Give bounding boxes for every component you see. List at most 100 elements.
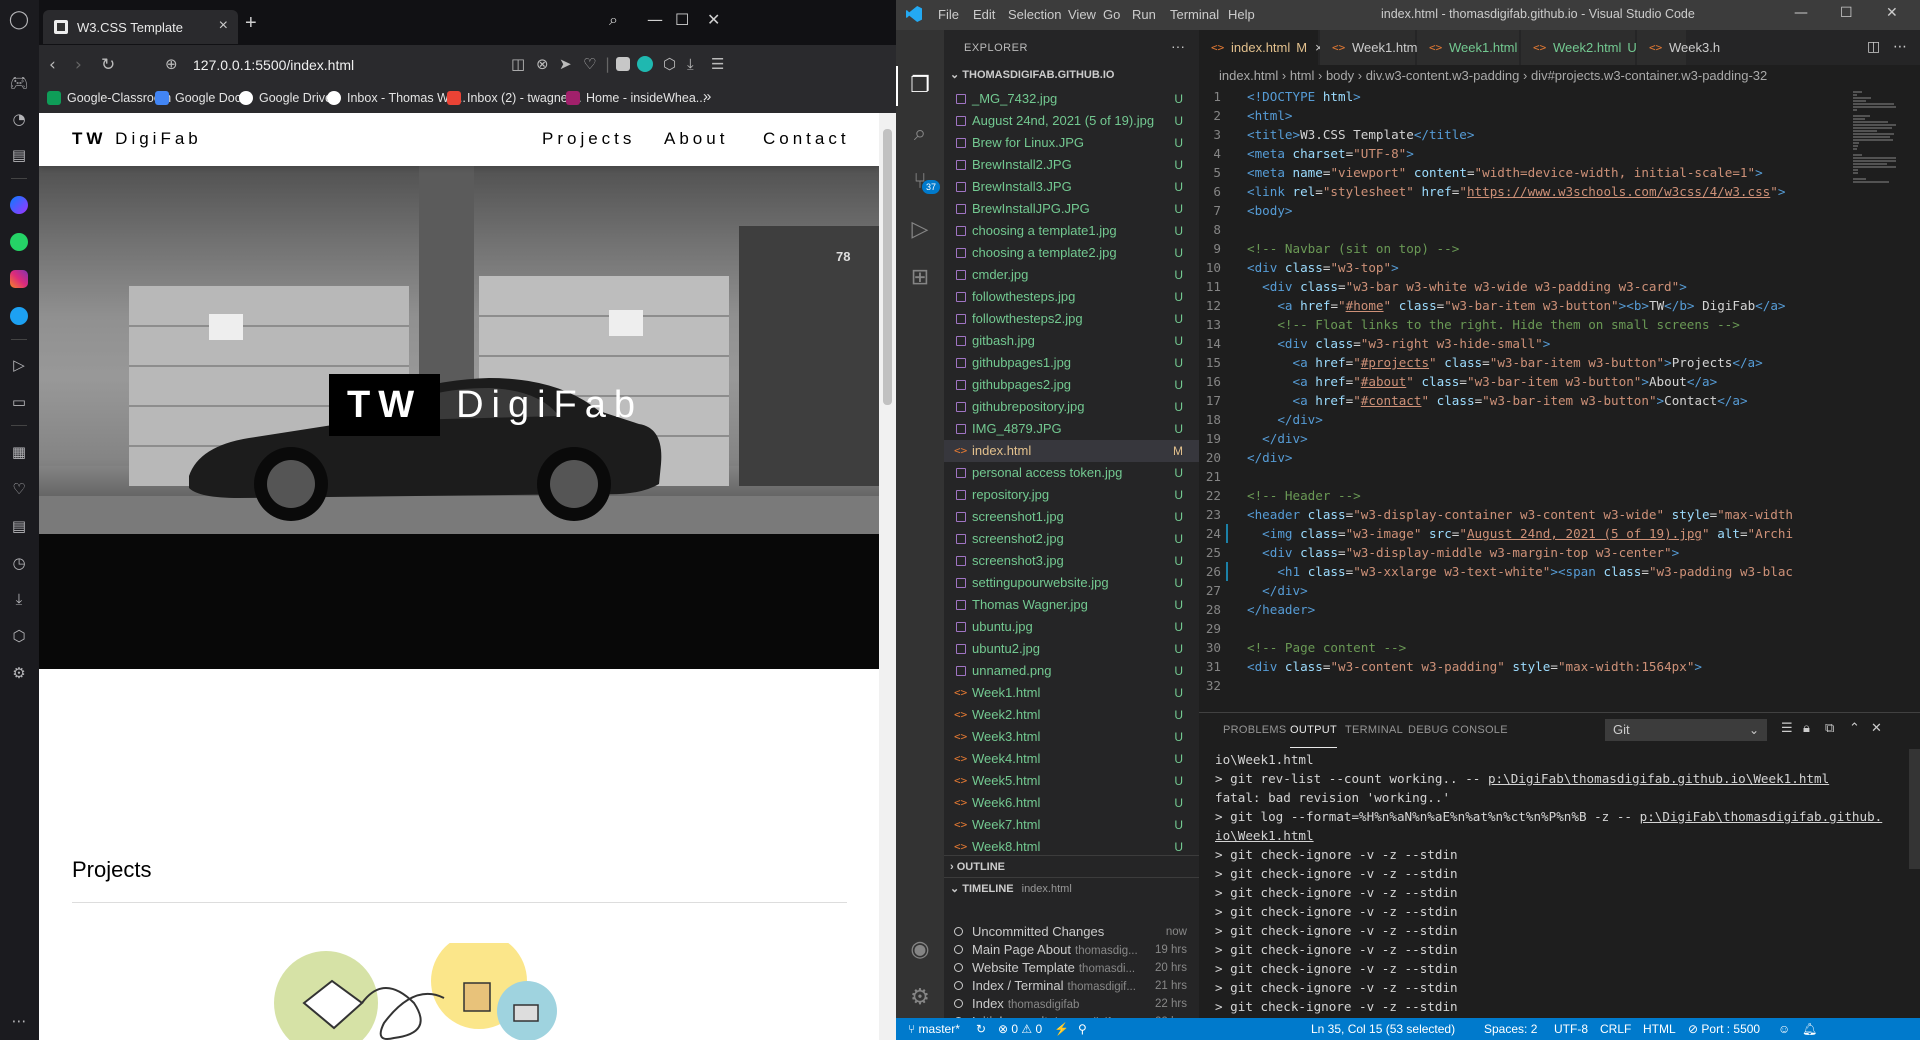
nav-projects-link[interactable]: Projects bbox=[542, 129, 635, 149]
code-line[interactable]: 2 <html> bbox=[1199, 106, 1849, 125]
code-line[interactable]: 14 <div class="w3-right w3-hide-small"> bbox=[1199, 334, 1849, 353]
code-line[interactable]: 25 <div class="w3-display-middle w3-marg… bbox=[1199, 543, 1849, 562]
player-icon[interactable]: ▷ bbox=[8, 354, 30, 376]
file-item[interactable]: <> Week3.html U bbox=[944, 726, 1199, 748]
maximize-icon[interactable]: ☐ bbox=[675, 10, 689, 29]
problems-indicator[interactable]: ⊗ 0 ⚠ 0 bbox=[998, 1018, 1042, 1040]
file-item[interactable]: screenshot1.jpg U bbox=[944, 506, 1199, 528]
menu-terminal[interactable]: Terminal bbox=[1170, 7, 1219, 22]
code-line[interactable]: 8 bbox=[1199, 220, 1849, 239]
code-editor[interactable]: 1 <!DOCTYPE html> 2 <html> 3 <title>W3.CSS Te… bbox=[1199, 87, 1849, 707]
file-item[interactable]: BrewInstall3.JPG U bbox=[944, 176, 1199, 198]
menu-selection[interactable]: Selection bbox=[1008, 7, 1061, 22]
browser-tab[interactable]: W3.CSS Template × bbox=[43, 10, 238, 44]
code-line[interactable]: 28 </header> bbox=[1199, 600, 1849, 619]
code-line[interactable]: 31 <div class = "w3-content w3-padding" sty… bbox=[1199, 657, 1849, 676]
file-item[interactable]: <> Week2.html U bbox=[944, 704, 1199, 726]
maximize-icon[interactable]: ☐ bbox=[1840, 5, 1853, 21]
breadcrumb-item[interactable]: body bbox=[1326, 68, 1354, 83]
downloads-icon[interactable]: ⤓ bbox=[8, 588, 30, 610]
code-line[interactable]: 7 <body> bbox=[1199, 201, 1849, 220]
file-item[interactable]: screenshot3.jpg U bbox=[944, 550, 1199, 572]
code-line[interactable]: 18 </div> bbox=[1199, 410, 1849, 429]
bookmarks-overflow-button[interactable]: » bbox=[703, 88, 711, 105]
camera-icon[interactable]: ◫ bbox=[511, 55, 525, 73]
bookmark-item[interactable]: Inbox (2) - twagner... bbox=[447, 91, 582, 105]
heart-icon[interactable]: ♡ bbox=[8, 478, 30, 500]
output-channel-select[interactable]: Git ⌄ bbox=[1605, 719, 1767, 741]
accounts-icon[interactable]: ◉ bbox=[907, 936, 933, 962]
grammar-extension-icon[interactable] bbox=[637, 56, 653, 72]
extensions-icon[interactable]: ⊞ bbox=[907, 264, 933, 290]
file-item[interactable]: <> Week1.html U bbox=[944, 682, 1199, 704]
file-item[interactable]: followthesteps2.jpg U bbox=[944, 308, 1199, 330]
file-item[interactable]: _MG_7432.jpg U bbox=[944, 88, 1199, 110]
code-line[interactable]: 30 <!-- Page content --> bbox=[1199, 638, 1849, 657]
tab-terminal[interactable]: TERMINAL bbox=[1345, 713, 1403, 748]
sync-icon[interactable]: ↻ bbox=[976, 1018, 986, 1040]
explorer-more-button[interactable]: ··· bbox=[1171, 38, 1185, 54]
messenger-icon[interactable] bbox=[8, 194, 30, 216]
branch-indicator[interactable]: ⑂ master* bbox=[908, 1018, 960, 1040]
maximize-panel-icon[interactable]: ⌃ bbox=[1849, 721, 1860, 736]
code-line[interactable]: 13 <!-- Float links to the right. Hide t… bbox=[1199, 315, 1849, 334]
new-tab-button[interactable]: + bbox=[245, 12, 257, 35]
file-item[interactable]: <> index.html M bbox=[944, 440, 1199, 462]
editor-tab[interactable]: <> index.html M × bbox=[1199, 30, 1323, 65]
indentation[interactable]: Spaces: 2 bbox=[1484, 1018, 1537, 1040]
workspaces-icon[interactable]: ▦ bbox=[8, 441, 30, 463]
file-item[interactable]: personal access token.jpg U bbox=[944, 462, 1199, 484]
bookmark-item[interactable]: Google Drive bbox=[239, 91, 332, 105]
bookmark-item[interactable]: Home - insideWhea... bbox=[566, 91, 706, 105]
code-line[interactable]: 19 </div> bbox=[1199, 429, 1849, 448]
cursor-position[interactable]: Ln 35, Col 15 (53 selected) bbox=[1311, 1018, 1455, 1040]
file-item[interactable]: Brew for Linux.JPG U bbox=[944, 132, 1199, 154]
news-icon[interactable]: ▤ bbox=[8, 515, 30, 537]
editor-tab[interactable]: <>Week1.htmlU bbox=[1417, 30, 1533, 65]
download-icon[interactable]: ⤓ bbox=[687, 55, 694, 73]
line-endings[interactable]: CRLF bbox=[1600, 1018, 1631, 1040]
file-item[interactable]: <> Week6.html U bbox=[944, 792, 1199, 814]
file-item[interactable]: <> Week7.html U bbox=[944, 814, 1199, 836]
workspace-folder[interactable]: ⌄ THOMASDIGIFAB.GITHUB.IO bbox=[950, 68, 1114, 81]
wallet-icon[interactable]: ▭ bbox=[8, 391, 30, 413]
nav-contact-link[interactable]: Contact bbox=[763, 129, 850, 149]
file-item[interactable]: <> Week4.html U bbox=[944, 748, 1199, 770]
file-item[interactable]: ubuntu.jpg U bbox=[944, 616, 1199, 638]
live-server-port[interactable]: ⊘ Port : 5500 bbox=[1688, 1018, 1760, 1040]
close-tab-icon[interactable]: × bbox=[219, 17, 228, 35]
search-icon[interactable]: ⌕ bbox=[907, 120, 933, 146]
file-item[interactable]: settingupourwebsite.jpg U bbox=[944, 572, 1199, 594]
tab-problems[interactable]: PROBLEMS bbox=[1223, 713, 1287, 748]
more-dots-icon[interactable]: ⋯ bbox=[8, 1010, 30, 1032]
settings-gear-icon[interactable]: ⚙ bbox=[8, 662, 30, 684]
code-line[interactable]: 29 bbox=[1199, 619, 1849, 638]
feedback-icon[interactable]: ☺ bbox=[1778, 1018, 1790, 1040]
notifications-bell-icon[interactable]: 🔔︎ bbox=[1802, 1018, 1817, 1040]
bookmark-item[interactable]: Inbox - Thomas Wa... bbox=[327, 91, 466, 105]
instagram-icon[interactable] bbox=[8, 268, 30, 290]
file-item[interactable]: githubpages1.jpg U bbox=[944, 352, 1199, 374]
page-scrollbar[interactable] bbox=[879, 113, 896, 1040]
menu-file[interactable]: File bbox=[938, 7, 959, 22]
extensions-cube-icon[interactable]: ⬡ bbox=[8, 625, 30, 647]
back-icon[interactable]: ‹ bbox=[49, 55, 56, 75]
code-line[interactable]: 20 </div> bbox=[1199, 448, 1849, 467]
timeline-section[interactable]: ⌄ TIMELINE index.html bbox=[944, 877, 1199, 899]
file-item[interactable]: followthesteps.jpg U bbox=[944, 286, 1199, 308]
editor-tab[interactable]: <> Week2.html U bbox=[1521, 30, 1637, 65]
output-log[interactable]: io\Week1.html > git rev-list --count work… bbox=[1215, 750, 1910, 1019]
minimize-icon[interactable]: — bbox=[1794, 5, 1808, 21]
breadcrumb-item[interactable]: html bbox=[1290, 68, 1315, 83]
code-line[interactable]: 4 <meta charset="UTF-8"> bbox=[1199, 144, 1849, 163]
breadcrumb-item[interactable]: div#projects.w3-container.w3-padding-32 bbox=[1531, 68, 1767, 83]
breadcrumb-item[interactable]: div.w3-content.w3-padding bbox=[1366, 68, 1520, 83]
game-controller-icon[interactable]: 🎮︎ bbox=[8, 72, 30, 94]
outline-section[interactable]: › OUTLINE bbox=[944, 855, 1199, 877]
tab-output[interactable]: OUTPUT bbox=[1290, 713, 1338, 748]
explorer-icon[interactable]: ❐ bbox=[907, 72, 933, 98]
code-line[interactable]: 22 <!-- Header --> bbox=[1199, 486, 1849, 505]
file-item[interactable]: screenshot2.jpg U bbox=[944, 528, 1199, 550]
extension-icon[interactable] bbox=[616, 57, 630, 71]
menu-run[interactable]: Run bbox=[1132, 7, 1156, 22]
